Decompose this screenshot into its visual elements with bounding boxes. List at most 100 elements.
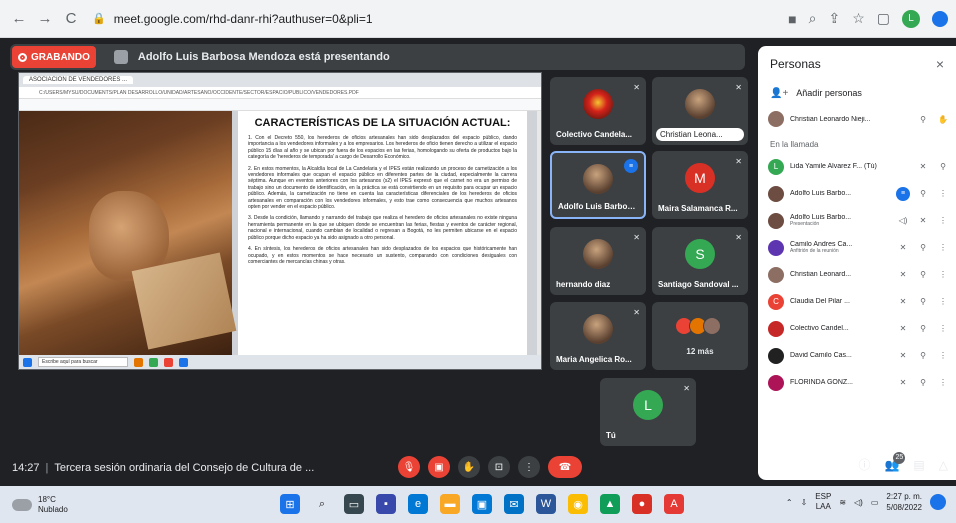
chrome-icon[interactable]: ◉	[568, 494, 588, 514]
browser-actions: ■ ⌕ ⇪ ☆ ▢ L	[788, 9, 948, 28]
list-item[interactable]: C Claudia Del Pilar ... ✕ ⚲ ⋮	[758, 288, 956, 315]
person-name: Adolfo Luis Barbo...	[790, 190, 852, 197]
more-icon[interactable]: ⋮	[936, 297, 950, 306]
camera-icon[interactable]: ■	[788, 11, 796, 27]
profile-avatar[interactable]: L	[902, 9, 920, 28]
more-icon[interactable]: ⋮	[936, 216, 950, 225]
participant-tile[interactable]: ✕ Colectivo Candela...	[550, 77, 646, 145]
participant-tile[interactable]: ✕ hernando diaz	[550, 227, 646, 295]
list-item[interactable]: Camilo Andres Ca... Anfitrión de la reun…	[758, 234, 956, 261]
mic-off-button[interactable]: 🎙	[398, 456, 420, 478]
star-icon[interactable]: ☆	[852, 10, 865, 27]
clock[interactable]: 2:27 p. m. 5/08/2022	[886, 491, 922, 513]
start-icon[interactable]: ⊞	[280, 494, 300, 514]
pin-icon[interactable]: ⚲	[916, 189, 930, 198]
forward-button[interactable]: →	[34, 8, 56, 30]
self-tile[interactable]: L ✕ Tú	[600, 378, 696, 446]
document-paragraph: 1. Con el Decreto 550, los herederos de …	[248, 135, 517, 161]
wifi-icon[interactable]: ≋	[839, 498, 846, 507]
list-item[interactable]: L Lida Yamile Alvarez F... (Tú) ✕ ⚲	[758, 153, 956, 180]
word-icon[interactable]: W	[536, 494, 556, 514]
more-options-button[interactable]: ⋮	[518, 456, 540, 478]
back-button[interactable]: ←	[8, 8, 30, 30]
add-people-label: Añadir personas	[796, 88, 862, 98]
edge-icon[interactable]: e	[408, 494, 428, 514]
folder-icon[interactable]: ▬	[440, 494, 460, 514]
recording-chip[interactable]: GRABANDO	[12, 46, 96, 68]
mic-off-icon: ✕	[633, 308, 640, 317]
participant-tile[interactable]: ✕ Christian Leona...	[652, 77, 748, 145]
participant-name: Christian Leona...	[656, 128, 744, 141]
share-icon[interactable]: ⇪	[828, 10, 840, 27]
stop-present-icon[interactable]: ✕	[916, 216, 930, 225]
search-icon[interactable]: ⌕	[312, 494, 332, 514]
pin-icon[interactable]: ⚲	[936, 162, 950, 171]
activities-icon[interactable]: △	[939, 458, 948, 472]
teams-icon[interactable]: ▪	[376, 494, 396, 514]
weather-widget[interactable]: 18°C Nublado	[0, 495, 68, 515]
usb-icon[interactable]: ⇩	[801, 498, 808, 507]
more-icon[interactable]: ⋮	[936, 189, 950, 198]
more-icon[interactable]: ⋮	[936, 270, 950, 279]
language-indicator[interactable]: ESP LAA	[815, 492, 831, 512]
camera-off-button[interactable]: ▣	[428, 456, 450, 478]
add-person-icon: 👤+	[770, 87, 789, 99]
participant-tile[interactable]: S ✕ Santiago Sandoval ...	[652, 227, 748, 295]
pin-icon[interactable]: ⚲	[916, 243, 930, 252]
volume-icon[interactable]: ◁)	[854, 498, 863, 507]
pin-icon[interactable]: ⚲	[916, 351, 930, 360]
participant-tile[interactable]: ≡ Adolfo Luis Barbos...	[550, 151, 646, 219]
more-icon[interactable]: ⋮	[936, 243, 950, 252]
person-name: Adolfo Luis Barbo...	[790, 214, 852, 221]
more-icon[interactable]: ⋮	[936, 378, 950, 387]
reload-button[interactable]: C	[60, 8, 82, 30]
address-bar[interactable]: 🔒 meet.google.com/rhd-danr-rhi?authuser=…	[92, 6, 373, 32]
battery-icon[interactable]: ▭	[871, 498, 879, 507]
task-view-icon[interactable]: ▭	[344, 494, 364, 514]
pin-icon[interactable]: ⚲	[916, 378, 930, 387]
notification-icon[interactable]	[930, 494, 946, 510]
app-icon	[134, 357, 143, 367]
app-icon[interactable]: ●	[632, 494, 652, 514]
mic-off-icon: ✕	[899, 378, 907, 387]
participant-tile[interactable]: M ✕ Maira Salamanca R...	[652, 151, 748, 219]
more-icon[interactable]: ⋮	[936, 351, 950, 360]
store-icon[interactable]: ▣	[472, 494, 492, 514]
list-item[interactable]: Adolfo Luis Barbo... Presentación ◁) ✕ ⋮	[758, 207, 956, 234]
pin-icon[interactable]: ⚲	[916, 115, 930, 124]
app-icon[interactable]: ▲	[600, 494, 620, 514]
raise-hand-button[interactable]: ✋	[458, 456, 480, 478]
shared-screen: ASOCIACION DE VENDEDORES ... C:/USERS/MY…	[18, 72, 542, 370]
list-item[interactable]: Christian Leonard... ✕ ⚲ ⋮	[758, 261, 956, 288]
pin-icon[interactable]: ⚲	[916, 270, 930, 279]
chevron-up-icon[interactable]: ⌃	[786, 498, 793, 507]
pin-icon[interactable]: ⚲	[916, 324, 930, 333]
sidepanel-icon[interactable]: ▢	[877, 10, 890, 27]
avatar	[583, 89, 613, 120]
chat-icon[interactable]: ▤	[913, 458, 924, 472]
pdf-icon[interactable]: A	[664, 494, 684, 514]
close-icon[interactable]: ×	[936, 56, 944, 72]
list-item[interactable]: Christian Leonardo Nieji... ⚲ ✋	[758, 104, 956, 134]
list-item[interactable]: Colectivo Candel... ✕ ⚲ ⋮	[758, 315, 956, 342]
language-code: ESP	[815, 492, 832, 501]
people-button[interactable]: 👥 25	[884, 451, 906, 472]
extension-icon[interactable]	[932, 10, 948, 27]
more-icon[interactable]: ⋮	[936, 324, 950, 333]
participant-tile[interactable]: ✕ Maria Angelica Ro...	[550, 302, 646, 370]
present-button[interactable]: ⊡	[488, 456, 510, 478]
mail-icon[interactable]: ✉	[504, 494, 524, 514]
more-participants-tile[interactable]: 12 más	[652, 302, 748, 370]
windows-taskbar: 18°C Nublado ⊞ ⌕ ▭ ▪ e ▬ ▣ ✉ W ◉ ▲ ● A ⌃…	[0, 486, 956, 523]
add-people-button[interactable]: 👤+ Añadir personas	[758, 82, 956, 104]
shared-tabbar: ASOCIACION DE VENDEDORES ...	[19, 73, 541, 87]
search-icon[interactable]: ⌕	[809, 10, 817, 27]
person-name: Claudia Del Pilar ...	[790, 298, 850, 305]
hang-up-button[interactable]: ☎	[548, 456, 582, 478]
list-item[interactable]: FLORINDA GONZ... ✕ ⚲ ⋮	[758, 369, 956, 396]
list-item[interactable]: Adolfo Luis Barbo... ≡ ⚲ ⋮	[758, 180, 956, 207]
mic-off-icon: ✕	[735, 233, 742, 242]
list-item[interactable]: David Camilo Cas... ✕ ⚲ ⋮	[758, 342, 956, 369]
info-icon[interactable]: ⓘ	[858, 456, 870, 473]
pin-icon[interactable]: ⚲	[916, 297, 930, 306]
